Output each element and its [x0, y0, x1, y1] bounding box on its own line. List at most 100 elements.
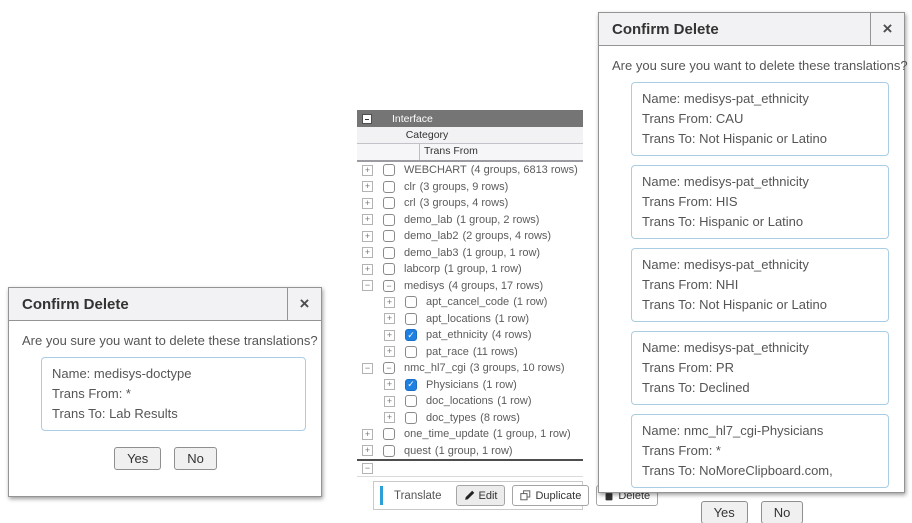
- expander-icon[interactable]: [362, 280, 373, 291]
- expander-icon[interactable]: [362, 264, 373, 275]
- tree-row-label: nmc_hl7_cgi: [404, 362, 466, 374]
- tab-translate[interactable]: Translate: [394, 490, 442, 502]
- translate-toolbar: Translate Edit Duplicate Delete: [373, 481, 583, 510]
- expander-icon[interactable]: [362, 363, 373, 374]
- column-divider: [419, 144, 420, 160]
- entry-trans-from: Trans From: *: [642, 441, 878, 461]
- tree-row-meta: (8 rows): [480, 412, 520, 424]
- footer-collapse-icon[interactable]: [362, 463, 373, 474]
- expander-icon[interactable]: [362, 429, 373, 440]
- yes-button[interactable]: Yes: [701, 501, 748, 523]
- expander-icon[interactable]: [362, 445, 373, 456]
- interface-tree-panel: Interface Category Trans From WEBCHART (…: [357, 110, 583, 510]
- dialog-body: Are you sure you want to delete these tr…: [599, 46, 904, 523]
- tree-row[interactable]: demo_lab (1 group, 2 rows): [357, 212, 583, 229]
- interface-header-label: Interface: [392, 113, 433, 125]
- row-checkbox[interactable]: [383, 181, 395, 193]
- tree-row-label: demo_lab3: [404, 247, 458, 259]
- dialog-titlebar: Confirm Delete ×: [9, 288, 321, 321]
- row-checkbox[interactable]: [405, 296, 417, 308]
- dialog-buttons: Yes No: [612, 501, 892, 523]
- row-checkbox[interactable]: [383, 230, 395, 242]
- tree-row-meta: (11 rows): [473, 346, 518, 358]
- row-checkbox[interactable]: [383, 362, 395, 374]
- expander-icon[interactable]: [362, 181, 373, 192]
- row-checkbox[interactable]: [383, 214, 395, 226]
- row-checkbox[interactable]: [383, 445, 395, 457]
- translation-entry: Name: medisys-pat_ethnicity Trans From: …: [631, 331, 889, 405]
- close-icon[interactable]: ×: [287, 288, 321, 320]
- tree-row[interactable]: one_time_update (1 group, 1 row): [357, 426, 583, 443]
- tree-row[interactable]: clr (3 groups, 9 rows): [357, 179, 583, 196]
- tree-row-meta: (1 group, 2 rows): [456, 214, 539, 226]
- tree-row-meta: (3 groups, 9 rows): [420, 181, 509, 193]
- tree-row[interactable]: apt_locations (1 row): [357, 311, 583, 328]
- row-checkbox[interactable]: [383, 280, 395, 292]
- edit-button[interactable]: Edit: [456, 485, 506, 506]
- expander-icon[interactable]: [362, 247, 373, 258]
- entry-trans-from: Trans From: *: [52, 384, 295, 404]
- row-checkbox[interactable]: [383, 247, 395, 259]
- tree-row-label: demo_lab: [404, 214, 452, 226]
- no-button[interactable]: No: [174, 447, 217, 470]
- active-tab-accent: [380, 486, 383, 505]
- tree-row[interactable]: Physicians (1 row): [357, 377, 583, 394]
- tree-row-label: one_time_update: [404, 428, 489, 440]
- pencil-icon: [464, 490, 475, 501]
- expander-icon[interactable]: [384, 330, 395, 341]
- tree-row[interactable]: pat_race (11 rows): [357, 344, 583, 361]
- row-checkbox[interactable]: [405, 313, 417, 325]
- entry-trans-to: Trans To: Hispanic or Latino: [642, 212, 878, 232]
- tree-row-label: quest: [404, 445, 431, 457]
- category-header-row: Category: [357, 127, 583, 144]
- expander-icon[interactable]: [362, 198, 373, 209]
- tree-row[interactable]: crl (3 groups, 4 rows): [357, 195, 583, 212]
- row-checkbox[interactable]: [405, 329, 417, 341]
- expander-icon[interactable]: [384, 412, 395, 423]
- tree-row[interactable]: pat_ethnicity (4 rows): [357, 327, 583, 344]
- no-button[interactable]: No: [761, 501, 804, 523]
- expander-icon[interactable]: [362, 214, 373, 225]
- tree-row[interactable]: labcorp (1 group, 1 row): [357, 261, 583, 278]
- row-checkbox[interactable]: [405, 346, 417, 358]
- expander-icon[interactable]: [384, 313, 395, 324]
- tree-row[interactable]: doc_locations (1 row): [357, 393, 583, 410]
- expander-icon[interactable]: [384, 379, 395, 390]
- tree-row[interactable]: nmc_hl7_cgi (3 groups, 10 rows): [357, 360, 583, 377]
- row-checkbox[interactable]: [383, 263, 395, 275]
- close-icon[interactable]: ×: [870, 13, 904, 45]
- expander-icon[interactable]: [384, 297, 395, 308]
- duplicate-button[interactable]: Duplicate: [512, 485, 589, 506]
- tree-row[interactable]: demo_lab3 (1 group, 1 row): [357, 245, 583, 262]
- expander-icon[interactable]: [362, 231, 373, 242]
- grid-footer-row: [357, 461, 583, 477]
- entry-trans-from: Trans From: NHI: [642, 275, 878, 295]
- row-checkbox[interactable]: [383, 428, 395, 440]
- row-checkbox[interactable]: [383, 164, 395, 176]
- tree-row[interactable]: quest (1 group, 1 row): [357, 443, 583, 460]
- row-checkbox[interactable]: [405, 412, 417, 424]
- tree-row-label: medisys: [404, 280, 444, 292]
- tree-row-meta: (1 group, 1 row): [444, 263, 522, 275]
- tree-row-label: apt_locations: [426, 313, 491, 325]
- yes-button[interactable]: Yes: [114, 447, 161, 470]
- tree-row-meta: (4 rows): [492, 329, 532, 341]
- collapse-all-icon[interactable]: [362, 114, 372, 124]
- tree-row[interactable]: apt_cancel_code (1 row): [357, 294, 583, 311]
- tree-row[interactable]: WEBCHART (4 groups, 6813 rows): [357, 162, 583, 179]
- entry-trans-to: Trans To: Not Hispanic or Latino: [642, 295, 878, 315]
- dialog-title: Confirm Delete: [9, 288, 287, 320]
- tree-row-label: doc_locations: [426, 395, 493, 407]
- row-checkbox[interactable]: [405, 379, 417, 391]
- row-checkbox[interactable]: [405, 395, 417, 407]
- row-checkbox[interactable]: [383, 197, 395, 209]
- tree-row-meta: (3 groups, 10 rows): [470, 362, 565, 374]
- tree-row[interactable]: doc_types (8 rows): [357, 410, 583, 427]
- tree-row[interactable]: demo_lab2 (2 groups, 4 rows): [357, 228, 583, 245]
- tree-row-label: apt_cancel_code: [426, 296, 509, 308]
- expander-icon[interactable]: [384, 346, 395, 357]
- tree-row[interactable]: medisys (4 groups, 17 rows): [357, 278, 583, 295]
- expander-icon[interactable]: [362, 165, 373, 176]
- tree-row-label: doc_types: [426, 412, 476, 424]
- expander-icon[interactable]: [384, 396, 395, 407]
